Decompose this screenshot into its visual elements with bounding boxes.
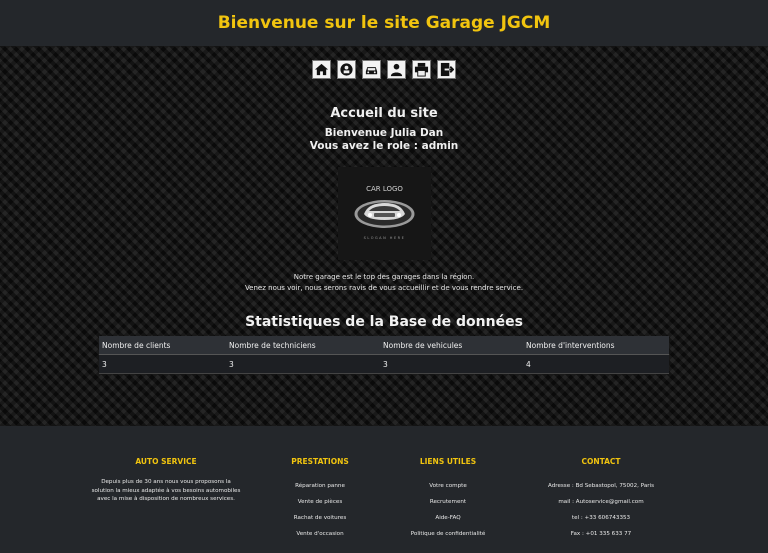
welcome-role: Vous avez le role : admin — [309, 140, 459, 152]
interventions-count: 4 — [523, 354, 669, 374]
footer-contact-mail[interactable]: mail : Autoservice@gmail.com — [536, 494, 666, 510]
page-title: Bienvenue sur le site Garage JGCM — [217, 13, 551, 33]
col-clients-header: Nombre de clients — [99, 336, 226, 355]
main-content: Accueil du site Bienvenue Julia Dan Vous… — [0, 46, 768, 426]
footer-link-vente-pieces[interactable]: Vente de pièces — [280, 494, 360, 510]
welcome-user: Bienvenue Julia Dan — [324, 127, 444, 139]
techniciens-count: 3 — [226, 354, 380, 374]
footer-auto-heading: AUTO SERVICE — [135, 457, 197, 466]
footer-auto-line: avec la mise à disposition de nombreux s… — [97, 496, 235, 502]
logout-icon[interactable] — [437, 60, 456, 79]
footer-prestations-heading: PRESTATIONS — [291, 457, 349, 466]
footer-contact-heading: CONTACT — [581, 457, 621, 466]
footer-link-recrutement[interactable]: Recrutement — [402, 494, 494, 510]
col-interventions-header: Nombre d'interventions — [523, 336, 669, 355]
footer-contact-tel: tel : +33 606743353 — [571, 515, 631, 521]
vehicules-count: 3 — [380, 354, 523, 374]
col-vehicules-header: Nombre de vehicules — [380, 336, 523, 355]
stats-heading: Statistiques de la Base de données — [245, 314, 523, 330]
mechanic-icon[interactable] — [337, 60, 356, 79]
footer-link-compte[interactable]: Votre compte — [402, 478, 494, 494]
footer-contact-fax: Fax : +01 335 633 77 — [570, 531, 632, 537]
nav-toolbar — [312, 60, 456, 79]
car-logo: CAR LOGO SLOGAN HERE — [338, 167, 431, 260]
footer-prestations: PRESTATIONS Réparation panne Vente de pi… — [280, 457, 360, 542]
footer-liens-heading: LIENS UTILES — [419, 457, 477, 466]
logo-bottom-text: SLOGAN HERE — [364, 236, 406, 240]
home-icon[interactable] — [312, 60, 331, 79]
car-icon[interactable] — [362, 60, 381, 79]
welcome-heading: Accueil du site — [330, 106, 438, 121]
footer-link-rachat[interactable]: Rachat de voitures — [280, 510, 360, 526]
footer-link-reparation[interactable]: Réparation panne — [280, 478, 360, 494]
footer-liens-utiles: LIENS UTILES Votre compte Recrutement Ai… — [402, 457, 494, 542]
stats-table: Nombre de clients Nombre de techniciens … — [99, 336, 669, 374]
footer-link-occasion[interactable]: Vente d'occasion — [280, 526, 360, 542]
col-techniciens-header: Nombre de techniciens — [226, 336, 380, 355]
logo-top-text: CAR LOGO — [366, 185, 403, 193]
intro-text-line2: Venez nous voir, nous serons ravis de vo… — [244, 284, 524, 292]
intro-text-line1: Notre garage est le top des garages dans… — [293, 273, 475, 281]
header-bar: Bienvenue sur le site Garage JGCM — [0, 0, 768, 46]
table-row: 3 3 3 4 — [99, 354, 669, 374]
footer-link-faq[interactable]: Aide-FAQ — [402, 510, 494, 526]
footer: AUTO SERVICE Depuis plus de 30 ans nous … — [0, 426, 768, 553]
footer-auto-line: solution la mieux adaptée à vos besoins … — [91, 487, 241, 494]
table-header-row: Nombre de clients Nombre de techniciens … — [99, 336, 669, 355]
footer-auto-service: AUTO SERVICE Depuis plus de 30 ans nous … — [86, 457, 246, 504]
printer-icon[interactable] — [412, 60, 431, 79]
clients-count: 3 — [99, 354, 226, 374]
footer-link-confidentialite[interactable]: Politique de confidentialité — [402, 526, 494, 542]
user-icon[interactable] — [387, 60, 406, 79]
footer-contact-address: Adresse : Bd Sebastopol, 75002, Paris — [547, 483, 655, 489]
footer-contact: CONTACT Adresse : Bd Sebastopol, 75002, … — [536, 457, 666, 542]
footer-auto-line: Depuis plus de 30 ans nous vous proposon… — [101, 479, 231, 485]
